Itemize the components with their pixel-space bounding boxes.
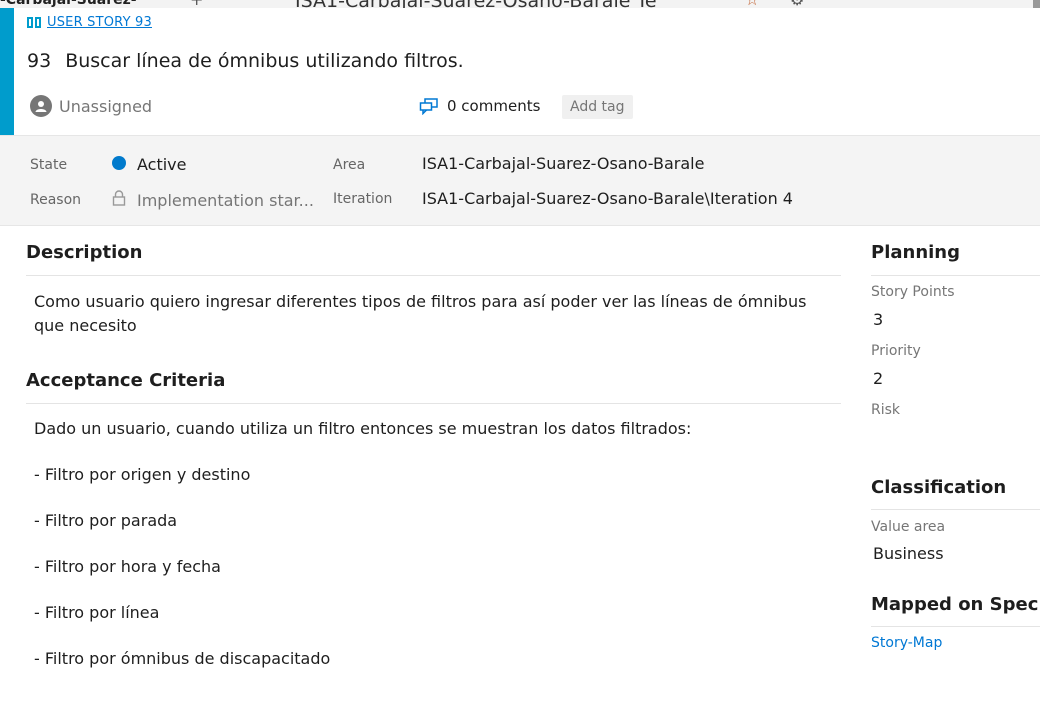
planning-divider bbox=[871, 275, 1040, 276]
avatar bbox=[30, 95, 52, 117]
background-window-title: ISA1-Carbajal-Suarez-Osano-Barale Te bbox=[295, 0, 657, 8]
state-label: State bbox=[30, 157, 68, 173]
list-item[interactable]: - Filtro por origen y destino bbox=[34, 465, 250, 484]
iteration-label: Iteration bbox=[333, 191, 393, 207]
classification-divider bbox=[871, 509, 1040, 510]
work-item-title-text[interactable]: Buscar línea de ómnibus utilizando filtr… bbox=[65, 50, 464, 72]
mapped-heading: Mapped on SpecM bbox=[871, 594, 1040, 615]
description-text[interactable]: Como usuario quiero ingresar diferentes … bbox=[34, 290, 834, 338]
reason-label: Reason bbox=[30, 192, 82, 208]
classification-heading: Classification bbox=[871, 477, 1007, 498]
list-item[interactable]: - Filtro por hora y fecha bbox=[34, 557, 221, 576]
comments-icon bbox=[419, 97, 438, 115]
area-label: Area bbox=[333, 157, 366, 173]
story-points-label: Story Points bbox=[871, 284, 955, 300]
story-map-link[interactable]: Story-Map bbox=[871, 635, 942, 651]
background-star-icon: ☆ bbox=[745, 0, 759, 8]
priority-field[interactable]: 2 bbox=[873, 369, 883, 388]
value-area-label: Value area bbox=[871, 519, 946, 535]
planning-heading: Planning bbox=[871, 242, 961, 263]
book-icon bbox=[27, 17, 41, 28]
background-settings-icon: ⚙ bbox=[790, 0, 804, 8]
description-divider bbox=[26, 275, 841, 276]
work-item-type-label[interactable]: USER STORY 93 bbox=[47, 15, 152, 30]
list-item[interactable]: - Filtro por parada bbox=[34, 511, 177, 530]
add-tag-button[interactable]: Add tag bbox=[562, 95, 633, 119]
background-plus-icon: + bbox=[190, 0, 203, 8]
comments-link[interactable]: 0 comments bbox=[419, 97, 540, 115]
work-item-title[interactable]: 93 Buscar línea de ómnibus utilizando fil… bbox=[27, 50, 464, 72]
state-value[interactable]: Active bbox=[137, 155, 187, 174]
story-points-field[interactable]: 3 bbox=[873, 310, 883, 329]
reason-value: Implementation star... bbox=[137, 191, 314, 210]
comments-count[interactable]: 0 comments bbox=[447, 97, 540, 115]
assignee-picker[interactable]: Unassigned bbox=[30, 95, 152, 117]
background-window-strip: -Carbajal-Suarez- + ISA1-Carbajal-Suarez… bbox=[0, 0, 1040, 8]
list-item[interactable]: - Filtro por línea bbox=[34, 603, 159, 622]
list-item[interactable]: - Filtro por ómnibus de discapacitado bbox=[34, 649, 330, 668]
acceptance-criteria-divider bbox=[26, 403, 841, 404]
lock-icon bbox=[112, 190, 126, 206]
core-fields-bar: State Active Reason Implementation star.… bbox=[0, 135, 1040, 226]
mapped-divider bbox=[871, 626, 1040, 627]
assignee-label[interactable]: Unassigned bbox=[59, 97, 152, 116]
work-item-type-accent-bar bbox=[0, 8, 14, 135]
value-area-field[interactable]: Business bbox=[873, 544, 944, 563]
background-tab-text: -Carbajal-Suarez- bbox=[0, 0, 137, 8]
work-item-type-link[interactable]: USER STORY 93 bbox=[27, 15, 152, 30]
background-scroll-edge bbox=[1033, 0, 1040, 8]
acceptance-criteria-intro[interactable]: Dado un usuario, cuando utiliza un filtr… bbox=[34, 419, 691, 438]
work-item-id: 93 bbox=[27, 50, 52, 72]
area-value[interactable]: ISA1-Carbajal-Suarez-Osano-Barale bbox=[422, 154, 704, 173]
iteration-value[interactable]: ISA1-Carbajal-Suarez-Osano-Barale\Iterat… bbox=[422, 189, 793, 208]
state-active-indicator bbox=[112, 156, 126, 170]
person-icon bbox=[35, 101, 47, 112]
work-item-header: USER STORY 93 93 Buscar línea de ómnibus … bbox=[14, 8, 1040, 135]
description-heading: Description bbox=[26, 242, 143, 263]
priority-label: Priority bbox=[871, 343, 921, 359]
risk-label: Risk bbox=[871, 402, 901, 418]
acceptance-criteria-heading: Acceptance Criteria bbox=[26, 370, 226, 391]
